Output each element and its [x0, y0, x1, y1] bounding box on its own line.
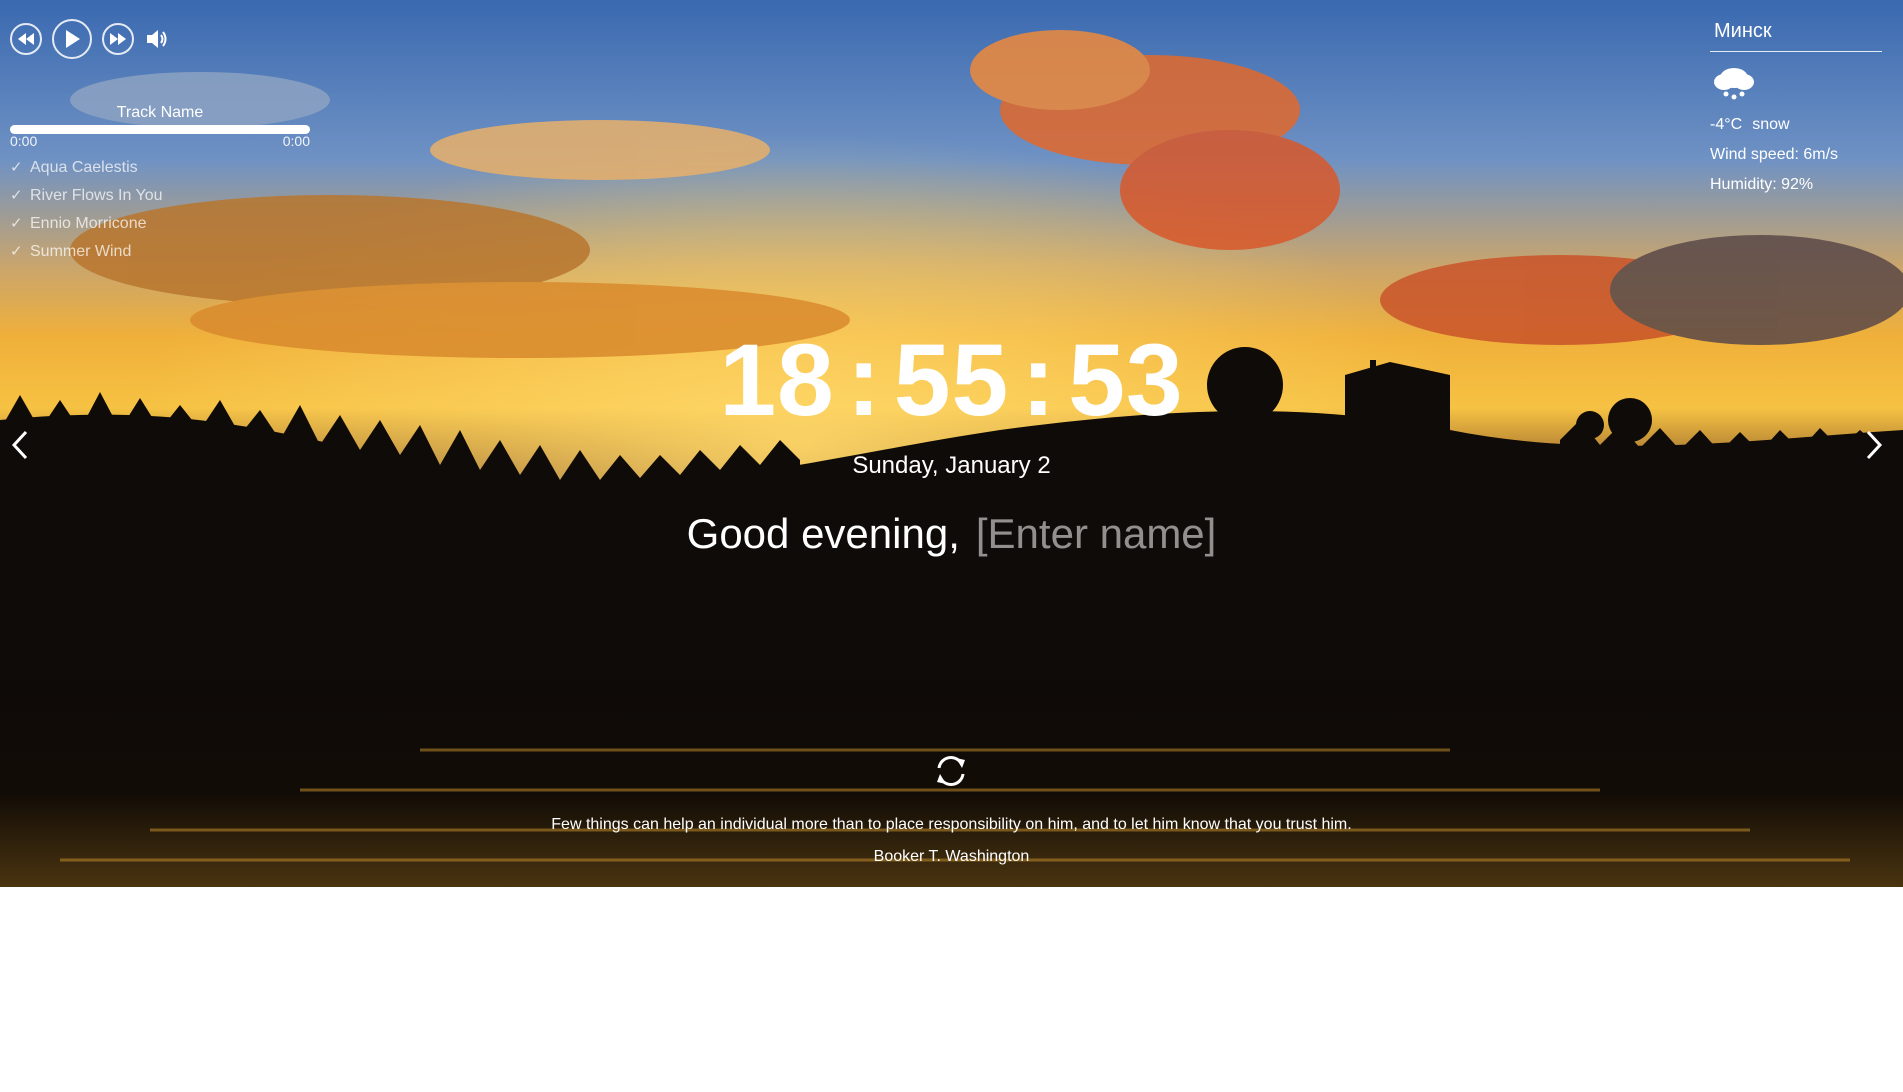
- playlist-item-title: Summer Wind: [30, 243, 132, 260]
- playlist-item-title: River Flows In You: [30, 187, 163, 204]
- check-icon: ✓: [10, 243, 23, 260]
- clock-minutes: 55: [893, 323, 1010, 437]
- playlist-item[interactable]: ✓ River Flows In You: [10, 182, 310, 210]
- greeting-text: Good evening,: [686, 510, 960, 557]
- play-icon: [66, 30, 80, 48]
- audio-player: Track Name 0:00 0:00 ✓ Aqua Caelestis ✓ Riv…: [10, 19, 310, 266]
- snow-cloud-icon: [1714, 68, 1754, 100]
- date: Sunday, January 2: [852, 452, 1051, 479]
- temperature-line: -4°C snow: [1710, 115, 1882, 135]
- time-readout: 0:00 0:00: [10, 134, 310, 148]
- track-name: Track Name: [116, 104, 204, 121]
- playlist: ✓ Aqua Caelestis ✓ River Flows In You ✓ Ennio…: [10, 154, 310, 266]
- greeting: Good evening, [Enter name]: [0, 508, 1903, 560]
- check-icon: ✓: [10, 187, 23, 204]
- check-icon: ✓: [10, 215, 23, 232]
- fast-forward-icon: [110, 33, 126, 45]
- humidity: Humidity: 92%: [1710, 176, 1814, 193]
- weather-widget: Минск -4°C snow Wind speed: 6m/s Humidity…: [1710, 20, 1882, 195]
- quote-author: Booker T. Washington: [873, 848, 1030, 865]
- clock-separator: :: [1021, 323, 1057, 437]
- name-input[interactable]: [Enter name]: [976, 510, 1216, 557]
- playlist-item[interactable]: ✓ Summer Wind: [10, 238, 310, 266]
- volume-icon[interactable]: [144, 26, 170, 52]
- current-time: 0:00: [10, 133, 38, 149]
- rewind-icon: [18, 33, 34, 45]
- clock-hours: 18: [719, 323, 835, 437]
- city-input[interactable]: Минск: [1710, 20, 1882, 52]
- player-controls: [10, 19, 310, 59]
- playlist-item[interactable]: ✓ Aqua Caelestis: [10, 154, 310, 182]
- quote-text: Few things can help an individual more t…: [551, 816, 1352, 833]
- playlist-item[interactable]: ✓ Ennio Morricone: [10, 210, 310, 238]
- duration: 0:00: [282, 133, 310, 149]
- playlist-item-title: Aqua Caelestis: [30, 159, 138, 176]
- playlist-item-title: Ennio Morricone: [30, 215, 147, 232]
- progress-bar[interactable]: [10, 125, 310, 134]
- clock: 18:55:53: [0, 325, 1903, 435]
- progress-fill: [10, 125, 310, 134]
- app-background: Track Name 0:00 0:00 ✓ Aqua Caelestis ✓ Riv…: [0, 0, 1903, 887]
- clock-seconds: 53: [1068, 323, 1184, 437]
- rewind-button[interactable]: [10, 23, 42, 55]
- fast-forward-button[interactable]: [102, 23, 134, 55]
- check-icon: ✓: [10, 159, 23, 176]
- play-button[interactable]: [52, 19, 92, 59]
- weather-description: snow: [1752, 116, 1790, 133]
- refresh-quote-button[interactable]: [932, 752, 970, 790]
- clock-separator: :: [846, 323, 882, 437]
- temperature: -4°C: [1710, 116, 1743, 133]
- wind-speed: Wind speed: 6m/s: [1710, 146, 1839, 163]
